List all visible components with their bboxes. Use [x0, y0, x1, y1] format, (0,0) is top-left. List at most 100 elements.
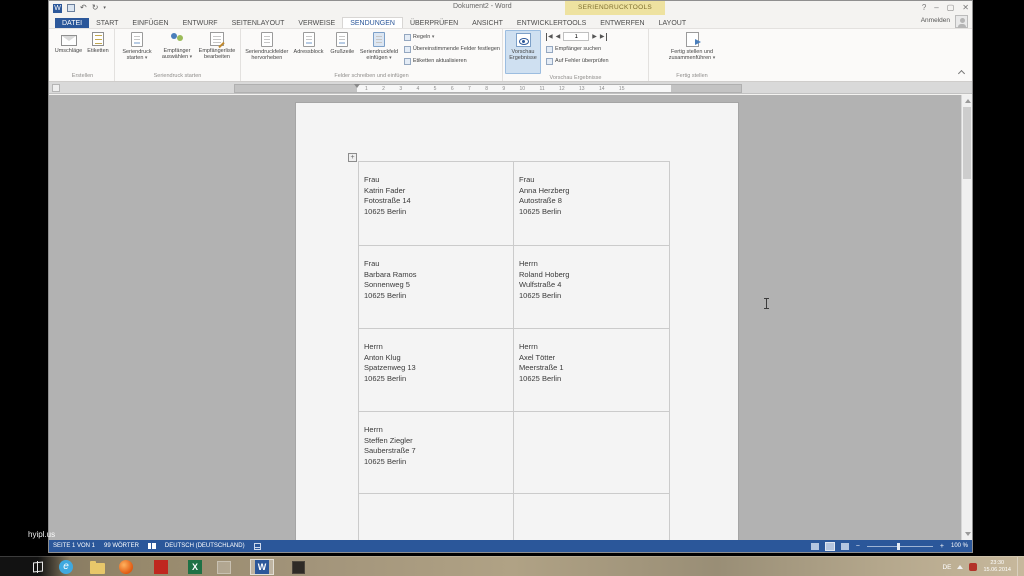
label-cell[interactable]: Herrn Anton Klug Spatzenweg 13 10625 Ber…: [359, 329, 514, 412]
empfaenger-suchen-button[interactable]: Empfänger suchen: [546, 45, 609, 54]
fertig-stellen-button[interactable]: Fertig stellen und zusammenführen ▾: [662, 30, 722, 61]
taskbar-word-icon[interactable]: W: [250, 559, 274, 575]
taskbar-dark-app-icon[interactable]: [286, 559, 310, 575]
document-page[interactable]: + Frau Katrin Fader Fotostraße 14 10625 …: [296, 103, 738, 540]
vertical-scrollbar[interactable]: [961, 95, 972, 540]
seriendruckfelder-hervorheben-button[interactable]: Seriendruckfelder hervorheben: [243, 30, 291, 61]
zoom-slider[interactable]: [866, 542, 933, 550]
tab-einfuegen[interactable]: EINFÜGEN: [125, 18, 175, 28]
mailmerge-start-icon: [131, 32, 143, 47]
signin-label[interactable]: Anmelden: [921, 17, 950, 24]
user-avatar[interactable]: [955, 15, 968, 28]
label-cell[interactable]: Herrn Steffen Ziegler Sauberstraße 7 106…: [359, 412, 514, 494]
etiketten-aktualisieren-button[interactable]: Etiketten aktualisieren: [403, 57, 500, 66]
help-button[interactable]: ?: [922, 2, 926, 13]
read-mode-icon[interactable]: [810, 542, 819, 550]
taskbar-pinned-app-icon[interactable]: [212, 559, 236, 575]
tab-ueberpruefen[interactable]: ÜBERPRÜFEN: [403, 18, 465, 28]
tab-layout[interactable]: LAYOUT: [652, 18, 694, 28]
zoom-level[interactable]: 100 %: [951, 543, 968, 549]
label-cell[interactable]: Herrn Axel Tötter Meerstraße 1 10625 Ber…: [514, 329, 670, 412]
label-cell[interactable]: Herrn Roland Hoberg Wulfstraße 4 10625 B…: [514, 246, 670, 329]
label-cell-empty[interactable]: [514, 494, 670, 540]
collapse-ribbon-icon[interactable]: [957, 69, 966, 78]
next-record-button[interactable]: ▶: [592, 33, 597, 41]
scrollbar-thumb[interactable]: [963, 107, 971, 179]
start-button[interactable]: [33, 561, 43, 573]
scroll-down-icon[interactable]: [965, 532, 971, 536]
label-cell-empty[interactable]: [514, 412, 670, 494]
uebereinstimmende-felder-button[interactable]: Übereinstimmende Felder festlegen: [403, 45, 500, 54]
table-move-handle[interactable]: +: [348, 153, 357, 162]
tab-seitenlayout[interactable]: SEITENLAYOUT: [225, 18, 292, 28]
keyboard-language[interactable]: DE: [942, 564, 951, 571]
taskbar-excel-icon[interactable]: X: [183, 559, 207, 575]
scroll-up-icon[interactable]: [965, 99, 971, 103]
qat-customize-icon[interactable]: ▾: [103, 3, 106, 13]
label-cell[interactable]: Frau Anna Herzberg Autostraße 8 10625 Be…: [514, 162, 670, 246]
print-layout-icon[interactable]: [824, 541, 835, 551]
tab-verweise[interactable]: VERWEISE: [291, 18, 342, 28]
previous-record-button[interactable]: ◀: [556, 33, 561, 41]
label-cell[interactable]: Frau Katrin Fader Fotostraße 14 10625 Be…: [359, 162, 514, 246]
vorschau-ergebnisse-button[interactable]: Vorschau Ergebnisse: [505, 30, 541, 74]
undo-icon[interactable]: ↶: [80, 3, 87, 13]
zoom-in-icon[interactable]: +: [940, 543, 944, 550]
taskbar-explorer-icon[interactable]: [85, 559, 109, 575]
labels-table: Frau Katrin Fader Fotostraße 14 10625 Be…: [358, 161, 670, 540]
last-record-button[interactable]: ▶: [600, 32, 607, 41]
redo-icon[interactable]: ↻: [92, 3, 99, 13]
empfaengerliste-bearbeiten-button[interactable]: Empfängerliste bearbeiten: [197, 30, 237, 60]
word-count[interactable]: 99 WÖRTER: [104, 543, 139, 549]
tab-ansicht[interactable]: ANSICHT: [465, 18, 510, 28]
group-vorschau: Vorschau Ergebnisse ◀ ◀ ▶ ▶ Empfänger s: [503, 29, 649, 81]
web-layout-icon[interactable]: [840, 542, 849, 550]
label-cell[interactable]: Frau Barbara Ramos Sonnenweg 5 10625 Ber…: [359, 246, 514, 329]
tab-start[interactable]: START: [89, 18, 125, 28]
group-label-erstellen: Erstellen: [71, 73, 94, 79]
tab-sendungen[interactable]: SENDUNGEN: [342, 17, 403, 28]
label-cell-empty[interactable]: [359, 494, 514, 540]
taskbar-firefox-icon[interactable]: [114, 559, 138, 575]
indent-marker-icon[interactable]: [354, 84, 360, 88]
tab-entwicklertools[interactable]: ENTWICKLERTOOLS: [510, 18, 593, 28]
first-record-button[interactable]: ◀: [546, 32, 553, 41]
save-icon[interactable]: [67, 4, 75, 12]
word-window: W ↶ ↻ ▾ Dokument2 - Word SERIENDRUCKTOOL…: [48, 0, 973, 553]
taskbar-ie-icon[interactable]: e: [54, 559, 78, 575]
insert-merge-field-icon: [373, 32, 385, 47]
zoom-slider-thumb[interactable]: [896, 542, 900, 550]
tab-entwurf[interactable]: ENTWURF: [176, 18, 225, 28]
zoom-out-icon[interactable]: −: [856, 543, 860, 550]
chevron-down-icon: ▾: [189, 54, 193, 60]
record-number-input[interactable]: [563, 32, 590, 41]
taskbar-red-app-icon[interactable]: [149, 559, 173, 575]
restore-button[interactable]: ▢: [947, 2, 955, 13]
taskbar-clock[interactable]: 23:30 15.06.2014: [983, 560, 1011, 574]
minimize-button[interactable]: –: [934, 2, 938, 13]
close-button[interactable]: ✕: [962, 2, 969, 13]
tray-app-icon[interactable]: [969, 563, 978, 571]
language-indicator[interactable]: DEUTSCH (DEUTSCHLAND): [165, 543, 245, 549]
greeting-line-icon: [336, 32, 349, 47]
hidden-icons-chevron[interactable]: [957, 565, 964, 569]
chevron-down-icon: ▾: [389, 55, 392, 61]
seriendruck-starten-button[interactable]: Seriendruck starten ▾: [117, 30, 157, 61]
grusszeile-button[interactable]: Grußzeile: [326, 30, 358, 55]
auf-fehler-ueberpruefen-button[interactable]: Auf Fehler überprüfen: [546, 57, 609, 66]
seriendruckfeld-einfuegen-button[interactable]: Seriendruckfeld einfügen ▾: [358, 30, 400, 61]
tab-entwerfen[interactable]: ENTWERFEN: [593, 18, 651, 28]
mail-merge-status-icon[interactable]: [253, 542, 261, 550]
page-indicator[interactable]: SEITE 1 VON 1: [53, 543, 95, 549]
show-desktop-button[interactable]: [1017, 557, 1021, 576]
etiketten-button[interactable]: Etiketten: [84, 30, 112, 54]
umschlaege-button[interactable]: Umschläge: [53, 30, 84, 54]
horizontal-ruler[interactable]: 1 2 3 4 5 6 7 8 9 10 11 12 13 14 15: [234, 84, 742, 93]
ruler-corner-icon[interactable]: [52, 84, 60, 92]
adressblock-button[interactable]: Adressblock: [291, 30, 327, 55]
empfaenger-auswaehlen-button[interactable]: Empfänger auswählen ▾: [157, 30, 197, 60]
proofing-icon[interactable]: [147, 543, 156, 549]
regeln-button[interactable]: Regeln ▾: [403, 33, 500, 42]
tab-datei[interactable]: DATEI: [55, 18, 90, 28]
edit-list-icon: [210, 32, 224, 46]
